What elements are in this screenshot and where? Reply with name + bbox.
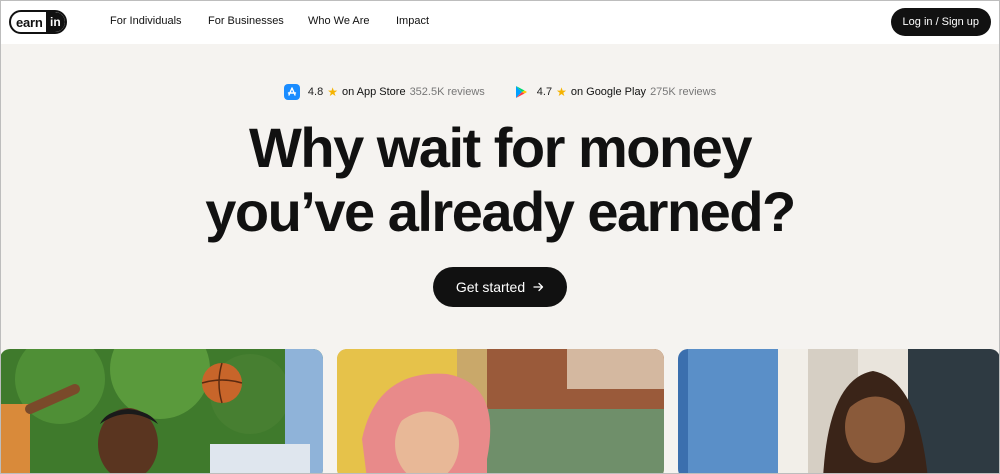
app-store-label: on App Store (341, 86, 406, 98)
star-icon: ★ (327, 85, 338, 99)
app-store-icon (283, 84, 300, 100)
logo-in-text: in (45, 12, 65, 32)
logo-earn-text: earn (16, 14, 43, 30)
photo-card-basketball (0, 349, 323, 474)
basketball-photo (0, 349, 323, 474)
nav-link-who-we-are[interactable]: Who We Are (308, 15, 370, 27)
app-store-rating[interactable]: 4.8 ★ on App Store 352.5K reviews (283, 84, 485, 100)
login-signup-button[interactable]: Log in / Sign up (890, 8, 991, 36)
arrow-right-icon (533, 279, 544, 295)
nav-link-for-individuals[interactable]: For Individuals (110, 15, 182, 27)
app-store-reviews: 352.5K reviews (409, 86, 485, 98)
app-store-score: 4.8 (307, 86, 324, 98)
star-icon: ★ (556, 85, 567, 99)
hero-line-2: you’ve already earned? (205, 180, 796, 243)
google-play-rating[interactable]: 4.7 ★ on Google Play 275K reviews (513, 84, 716, 100)
nav-link-for-businesses[interactable]: For Businesses (208, 15, 284, 27)
photo-card-window (678, 349, 1000, 474)
window-photo (678, 349, 1000, 474)
store-ratings: 4.8 ★ on App Store 352.5K reviews 4.7 ★ … (0, 84, 1000, 100)
nav-link-impact[interactable]: Impact (396, 15, 429, 27)
google-play-icon (513, 84, 529, 100)
google-play-reviews: 275K reviews (650, 86, 717, 98)
get-started-button[interactable]: Get started (433, 267, 567, 307)
hero-line-1: Why wait for money (249, 116, 752, 179)
get-started-label: Get started (455, 279, 526, 295)
photo-card-pink-hair (337, 349, 664, 474)
earnin-logo[interactable]: earn in (9, 10, 67, 34)
hero-headline: Why wait for money you’ve already earned… (0, 116, 1000, 244)
pink-hair-photo (337, 349, 664, 474)
top-nav: earn in For Individuals For Businesses W… (0, 0, 1000, 44)
google-play-label: on Google Play (570, 86, 647, 98)
google-play-score: 4.7 (536, 86, 553, 98)
